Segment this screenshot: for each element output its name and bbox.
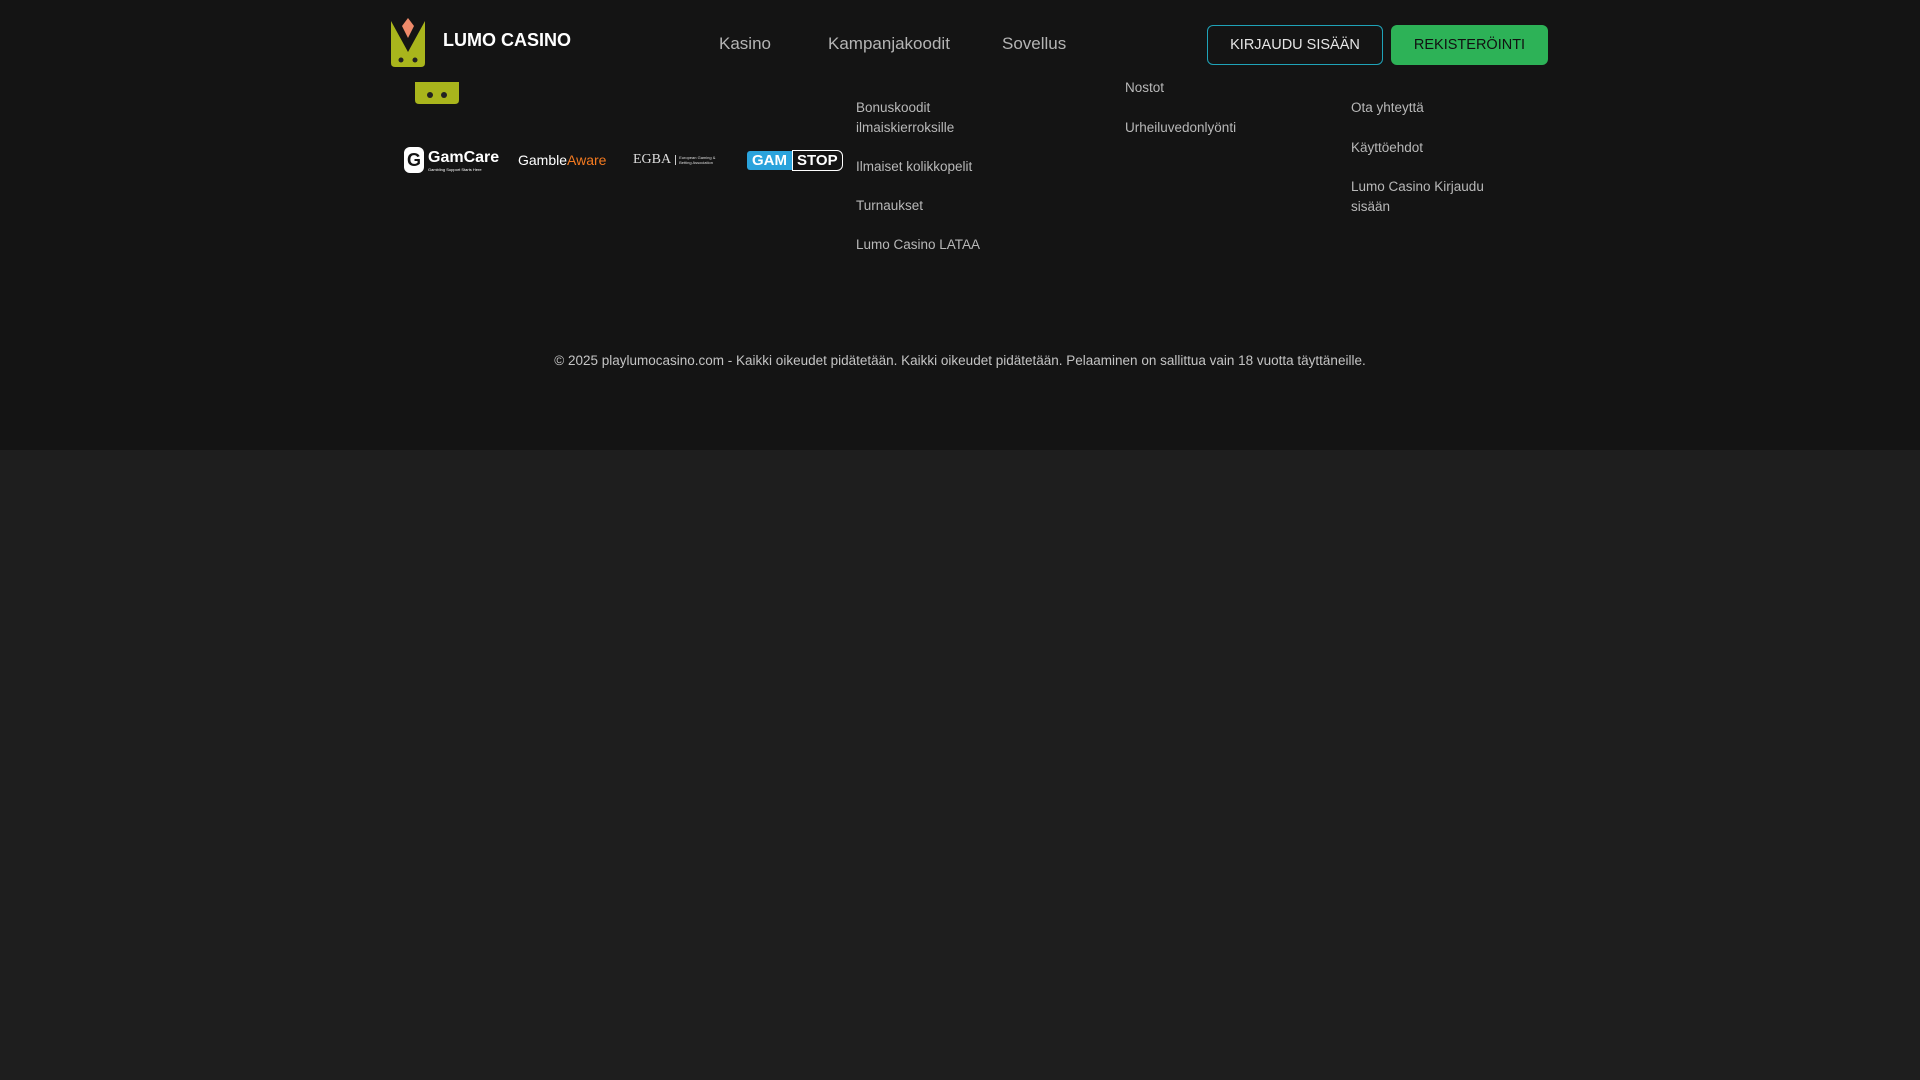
- login-button[interactable]: KIRJAUDU SISÄÄN: [1207, 25, 1383, 65]
- gambleaware-b: Aware: [567, 152, 607, 168]
- footer-link-contact[interactable]: Ota yhteyttä: [1351, 98, 1501, 118]
- gamcare-label: GamCare: [428, 148, 500, 166]
- gamstop-a: GAM: [747, 150, 792, 170]
- footer-link-bonus-codes[interactable]: Bonuskoodit ilmaiskierroksille: [856, 98, 966, 137]
- footer-link-free-slots[interactable]: Ilmaiset kolikkopelit: [856, 157, 1006, 177]
- copyright: © 2025 playlumocasino.com - Kaikki oikeu…: [554, 353, 1366, 368]
- nav-kasino[interactable]: Kasino: [719, 34, 771, 54]
- egba-label: EGBA: [633, 152, 672, 167]
- logo-icon[interactable]: [391, 16, 425, 67]
- gamcare-sub: Gambling Support Starts Here: [428, 166, 482, 172]
- nav-kampanjakoodit[interactable]: Kampanjakoodit: [828, 34, 950, 54]
- egba-sub: European Gaming & Betting Association: [675, 155, 720, 165]
- header: LUMO CASINO Kasino Kampanjakoodit Sovell…: [0, 0, 1920, 82]
- register-button[interactable]: REKISTERÖINTI: [1391, 25, 1548, 65]
- gamstop-b: STOP: [792, 149, 843, 171]
- gamstop-badge[interactable]: GAM STOP: [747, 146, 843, 174]
- footer-link-tournaments[interactable]: Turnaukset: [856, 196, 1006, 216]
- footer-link-sports-betting[interactable]: Urheiluvedonlyönti: [1125, 118, 1275, 138]
- footer-link-login[interactable]: Lumo Casino Kirjaudu sisään: [1351, 177, 1491, 216]
- gambleaware-badge[interactable]: Gamble Aware: [518, 146, 606, 174]
- footer-link-download[interactable]: Lumo Casino LATAA: [856, 235, 1006, 255]
- egba-badge[interactable]: EGBA European Gaming & Betting Associatio…: [633, 146, 720, 174]
- brand-name[interactable]: LUMO CASINO: [443, 30, 571, 51]
- gamcare-badge[interactable]: G GamCare Gambling Support Starts Here: [404, 146, 499, 174]
- logo-partial-icon: [415, 82, 459, 104]
- footer-link-terms[interactable]: Käyttöehdot: [1351, 138, 1501, 158]
- gambleaware-a: Gamble: [518, 152, 568, 168]
- nav-sovellus[interactable]: Sovellus: [1002, 34, 1066, 54]
